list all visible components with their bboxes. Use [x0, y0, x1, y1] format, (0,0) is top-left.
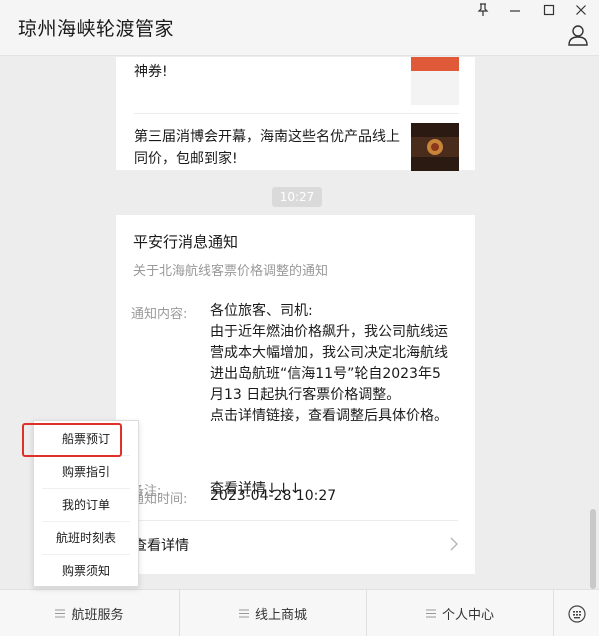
notice-title: 平安行消息通知	[133, 233, 239, 251]
content-line: 进出岛航班“信海11号”轮自2023年5	[210, 366, 441, 382]
maximize-button[interactable]	[534, 0, 564, 20]
content-line: 各位旅客、司机:	[210, 303, 313, 319]
close-button[interactable]	[566, 0, 596, 20]
popup-item-my-orders[interactable]: 我的订单	[34, 489, 138, 521]
content-line: 月13 日起执行客票价格调整。	[210, 387, 401, 403]
menu-lines-icon	[55, 609, 66, 618]
view-details-link[interactable]: 查看详情	[133, 535, 189, 555]
content-line: 由于近年燃油价格飙升，我公司航线运	[210, 324, 448, 340]
notice-subtitle: 关于北海航线客票价格调整的通知	[133, 264, 329, 279]
article-item[interactable]: 第三届消博会开幕，海南这些名优产品线上 同价，包邮到家!	[116, 114, 475, 171]
popup-item-flight-schedule[interactable]: 航班时刻表	[34, 522, 138, 554]
profile-button[interactable]	[567, 24, 591, 48]
content-line: 点击详情链接，查看调整后具体价格。	[210, 408, 448, 424]
chevron-right-icon	[450, 537, 458, 551]
menu-personal-center[interactable]: 个人中心	[367, 590, 554, 636]
remark-value: 查看详情↓↓↓	[210, 481, 302, 497]
menu-online-mall[interactable]: 线上商城	[180, 590, 367, 636]
window-title: 琼州海峡轮渡管家	[18, 18, 175, 40]
article-title: 第三届消博会开幕，海南这些名优产品线上	[134, 129, 400, 145]
user-icon	[568, 25, 588, 46]
popup-item-purchase-notice[interactable]: 购票须知	[34, 555, 138, 587]
menu-label: 航班服务	[71, 608, 124, 623]
title-bar: 琼州海峡轮渡管家	[0, 0, 599, 56]
article-title-cont: 同价，包邮到家!	[134, 151, 238, 167]
notice-content: 各位旅客、司机: 由于近年燃油价格飙升，我公司航线运 营成本大幅增加，我公司决定…	[210, 301, 448, 427]
close-icon	[576, 5, 586, 15]
highlight-annotation	[22, 423, 122, 457]
article-card: 神券! 第三届消博会开幕，海南这些名优产品线上 同价，包邮到家!	[116, 57, 475, 171]
article-thumbnail	[411, 123, 459, 171]
menu-flight-service[interactable]: 航班服务	[0, 590, 180, 636]
article-title: 神券!	[134, 64, 168, 80]
menu-label: 个人中心	[441, 608, 494, 623]
article-item[interactable]: 神券!	[116, 57, 475, 113]
pin-icon	[477, 3, 489, 16]
minimize-button[interactable]	[500, 0, 530, 20]
keyboard-toggle-button[interactable]	[554, 590, 599, 636]
keyboard-icon	[567, 604, 586, 623]
popup-item-purchase-guide[interactable]: 购票指引	[34, 456, 138, 488]
notification-card[interactable]: 平安行消息通知 关于北海航线客票价格调整的通知 通知内容: 各位旅客、司机: 由…	[116, 215, 475, 574]
timestamp-chip: 10:27	[272, 187, 322, 207]
maximize-icon	[543, 4, 555, 16]
content-label: 通知内容:	[131, 307, 188, 322]
menu-lines-icon	[238, 609, 249, 618]
divider	[133, 520, 458, 521]
bottom-menu-bar: 航班服务 线上商城 个人中心	[0, 589, 599, 636]
menu-lines-icon	[425, 609, 436, 618]
article-thumbnail	[411, 57, 459, 105]
content-line: 营成本大幅增加，我公司决定北海航线	[210, 345, 448, 361]
menu-label: 线上商城	[254, 608, 307, 623]
pin-button[interactable]	[468, 0, 498, 20]
minimize-icon	[510, 10, 520, 12]
scrollbar[interactable]	[590, 509, 596, 589]
